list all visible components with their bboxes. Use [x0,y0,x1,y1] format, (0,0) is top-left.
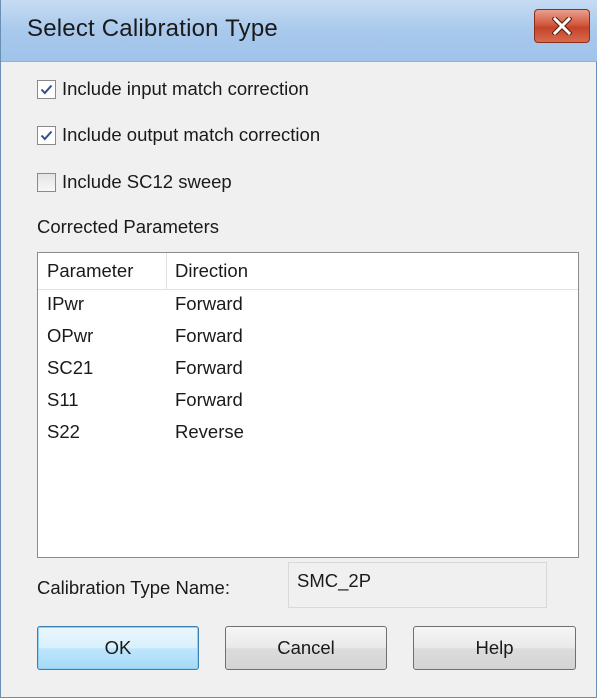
close-icon [552,17,572,35]
direction-cell: Forward [175,325,243,346]
close-button[interactable] [534,9,590,43]
calibration-type-name-label: Calibration Type Name: [37,577,230,598]
ok-button[interactable]: OK [37,626,199,670]
column-header-parameter[interactable]: Parameter [47,260,133,282]
checkbox-checked-icon[interactable] [37,125,56,145]
table-row[interactable]: IPwr Forward [38,289,578,321]
table-row[interactable]: SC21 Forward [38,353,578,385]
parameter-cell: IPwr [47,293,84,314]
include-output-match-label: Include output match correction [62,124,321,145]
title-bar[interactable]: Select Calibration Type [1,0,597,62]
cancel-button[interactable]: Cancel [225,626,387,670]
direction-cell: Reverse [175,421,244,442]
list-header: Parameter Direction [38,253,578,290]
include-sc12-sweep-checkbox[interactable]: Include SC12 sweep [37,170,232,194]
direction-cell: Forward [175,357,243,378]
corrected-parameters-label: Corrected Parameters [37,216,219,237]
direction-cell: Forward [175,293,243,314]
parameter-cell: OPwr [47,325,94,346]
dialog-title: Select Calibration Type [27,15,278,42]
include-input-match-label: Include input match correction [62,78,309,99]
parameter-cell: S22 [47,421,80,442]
table-row[interactable]: S11 Forward [38,385,578,417]
checkbox-unchecked-icon[interactable] [37,172,56,192]
direction-cell: Forward [175,389,243,410]
corrected-parameters-list[interactable]: Parameter Direction IPwr Forward OPwr Fo… [37,252,579,558]
checkbox-checked-icon[interactable] [37,79,56,99]
calibration-type-name-value: SMC_2P [297,570,372,591]
select-calibration-type-dialog: Select Calibration Type Include input ma… [0,0,597,698]
include-input-match-checkbox[interactable]: Include input match correction [37,77,309,101]
column-divider[interactable] [166,253,167,289]
table-row[interactable]: OPwr Forward [38,321,578,353]
include-output-match-checkbox[interactable]: Include output match correction [37,123,320,147]
parameter-cell: S11 [47,389,79,410]
table-row[interactable]: S22 Reverse [38,417,578,449]
include-sc12-sweep-label: Include SC12 sweep [62,171,232,192]
parameter-cell: SC21 [47,357,94,378]
column-header-direction[interactable]: Direction [175,260,248,282]
calibration-type-name-field[interactable]: SMC_2P [288,562,547,608]
help-button[interactable]: Help [413,626,576,670]
